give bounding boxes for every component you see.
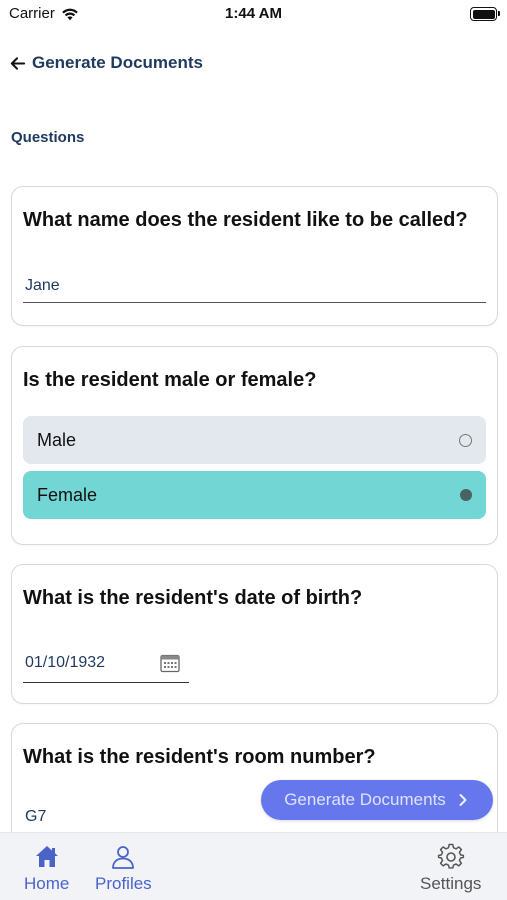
arrow-left-icon [10, 56, 26, 70]
person-icon [112, 846, 135, 869]
generate-documents-button[interactable]: Generate Documents [261, 780, 493, 820]
home-icon [35, 846, 58, 867]
generate-documents-label: Generate Documents [284, 790, 446, 809]
option-female[interactable]: Female [23, 471, 486, 519]
tab-home[interactable]: Home [24, 843, 69, 892]
option-label: Male [37, 429, 77, 450]
radio-unselected-icon [459, 433, 472, 447]
chevron-right-icon [459, 794, 467, 806]
tab-bar: Home Profiles Settings [0, 832, 507, 900]
status-bar: Carrier 1:44 AM [0, 0, 507, 30]
tab-label: Home [24, 874, 70, 893]
question-text: What name does the resident like to be c… [23, 209, 468, 231]
question-card-dob: What is the resident's date of birth? 01… [11, 564, 498, 704]
tab-settings[interactable]: Settings [420, 843, 481, 892]
calendar-icon[interactable] [159, 652, 181, 674]
question-card-name: What name does the resident like to be c… [11, 186, 498, 326]
section-title: Questions [11, 129, 85, 146]
date-of-birth-field[interactable]: 01/10/1932 [23, 643, 189, 683]
back-button[interactable]: Generate Documents [9, 52, 203, 74]
preferred-name-input[interactable] [23, 269, 486, 303]
radio-selected-icon [460, 489, 472, 501]
question-card-gender: Is the resident male or female? Male Fem… [11, 346, 498, 545]
status-time: 1:44 AM [225, 5, 282, 22]
question-text: What is the resident's date of birth? [23, 587, 363, 609]
gear-icon [437, 843, 464, 869]
date-value: 01/10/1932 [25, 653, 106, 671]
header-title: Generate Documents [32, 53, 203, 72]
question-text: Is the resident male or female? [23, 369, 317, 391]
option-label: Female [37, 484, 98, 505]
question-text: What is the resident's room number? [23, 746, 376, 768]
tab-profiles[interactable]: Profiles [95, 843, 152, 892]
room-number-input[interactable]: G7 [25, 808, 46, 826]
tab-label: Profiles [95, 874, 152, 893]
battery-icon [470, 7, 500, 21]
option-male[interactable]: Male [23, 416, 486, 464]
tab-label: Settings [420, 874, 482, 893]
